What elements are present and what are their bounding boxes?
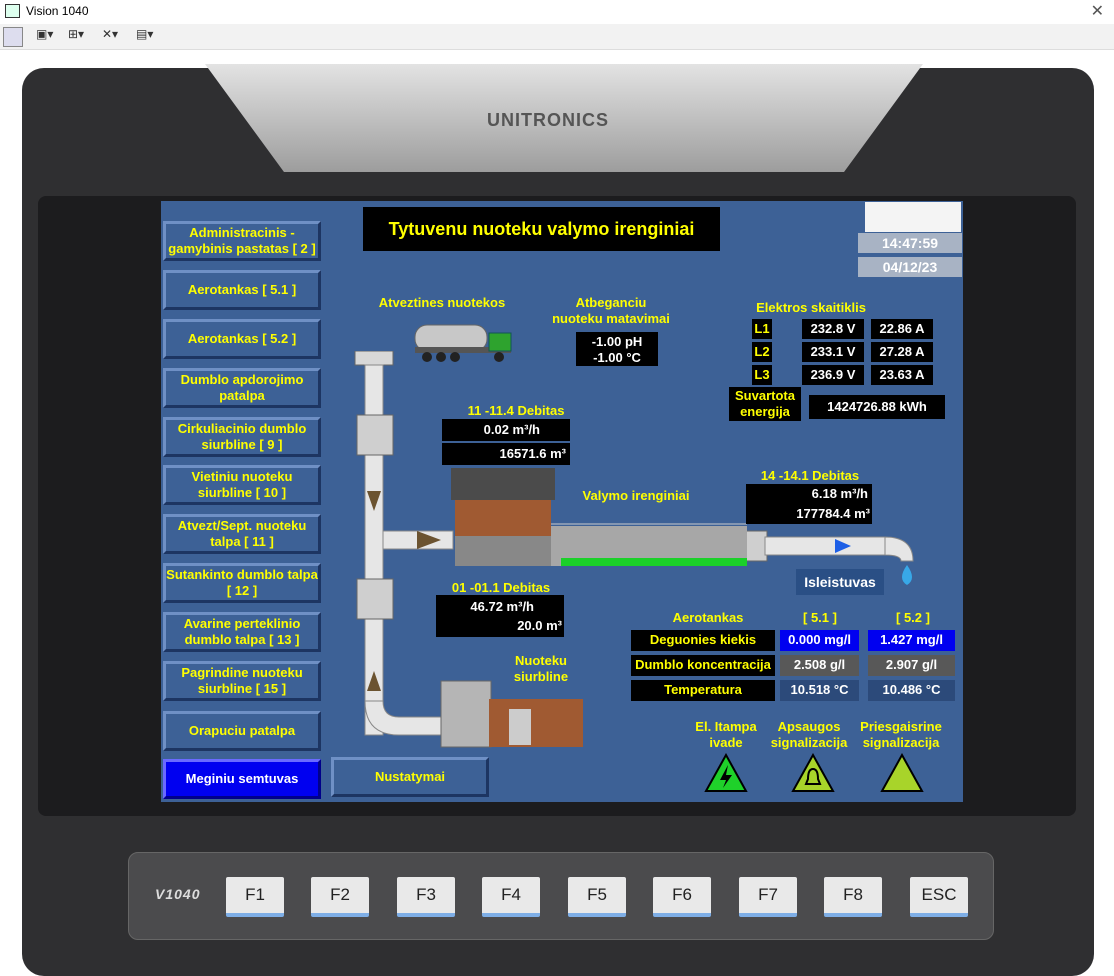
phase-voltage: 232.8 V <box>802 319 864 339</box>
key-f8-button[interactable]: F8 <box>824 877 882 917</box>
close-icon[interactable]: ✕ <box>1091 1 1104 21</box>
aero-row-v2: 10.486 °C <box>868 680 955 701</box>
nav-button[interactable]: Avarine perteklinio dumblo talpa [ 13 ] <box>163 612 321 652</box>
security-alarm-icon[interactable] <box>791 753 835 793</box>
model-label: V1040 <box>155 886 201 902</box>
key-f7-button[interactable]: F7 <box>739 877 797 917</box>
aero-label: Aerotankas <box>672 610 744 625</box>
ph-value: -1.00 pH <box>591 334 643 349</box>
aero-row-v1: 2.508 g/l <box>780 655 859 676</box>
flow2-total: 177784.4 m³ <box>746 504 872 524</box>
outlet-label: Isleistuvas <box>796 569 884 595</box>
window-title: Vision 1040 <box>26 4 89 18</box>
aero-row-v1: 0.000 mg/l <box>780 630 859 651</box>
key-f6-button[interactable]: F6 <box>653 877 711 917</box>
view-menu-icon[interactable]: ⊞▾ <box>68 27 84 47</box>
pump-label: Nuoteku siurbline <box>513 653 569 684</box>
page-title: Tytuvenu nuoteku valymo irenginiai <box>363 207 720 251</box>
aero-row-v1: 10.518 °C <box>780 680 859 701</box>
aero-col2: [ 5.2 ] <box>896 610 930 625</box>
key-f1-button[interactable]: F1 <box>226 877 284 917</box>
flow3-total: 20.0 m³ <box>436 615 564 637</box>
atvezt-label: Atveztines nuotekos <box>378 295 506 310</box>
aero-row-name: Deguonies kiekis <box>631 630 775 651</box>
key-esc-button[interactable]: ESC <box>910 877 968 917</box>
window-titlebar: Vision 1040 ✕ <box>0 0 1114 24</box>
phase-current: 22.86 A <box>871 319 933 339</box>
key-f4-button[interactable]: F4 <box>482 877 540 917</box>
voltage-warning-icon[interactable] <box>704 753 748 793</box>
nav-button[interactable]: Aerotankas [ 5.2 ] <box>163 319 321 359</box>
flow3-label: 01 -01.1 Debitas <box>451 580 551 595</box>
measure-label: Atbeganciu nuoteku matavimai <box>552 295 670 326</box>
connect-icon[interactable] <box>3 27 23 47</box>
nav-button[interactable]: Cirkuliacinio dumblo siurbline [ 9 ] <box>163 417 321 457</box>
fire-alarm-icon[interactable] <box>880 753 924 793</box>
alarm-voltage-label: El. Itampa ivade <box>695 719 757 750</box>
nav-button[interactable]: Atvezt/Sept. nuoteku talpa [ 11 ] <box>163 514 321 554</box>
nav-button[interactable]: Vietiniu nuoteku siurbline [ 10 ] <box>163 465 321 505</box>
alarm-security-label: Apsaugos signalizacija <box>770 719 848 750</box>
meter-label: Elektros skaitiklis <box>756 300 866 315</box>
key-f3-button[interactable]: F3 <box>397 877 455 917</box>
aero-col1: [ 5.1 ] <box>803 610 837 625</box>
brand-logo: UNITRONICS <box>487 110 609 130</box>
plant-label: Valymo irenginiai <box>582 488 690 503</box>
key-f5-button[interactable]: F5 <box>568 877 626 917</box>
nav-button[interactable]: Dumblo apdorojimo patalpa <box>163 368 321 408</box>
aero-row-name: Dumblo koncentracija <box>631 655 775 676</box>
aero-row-v2: 2.907 g/l <box>868 655 955 676</box>
key-f2-button[interactable]: F2 <box>311 877 369 917</box>
nav-button[interactable]: Administracinis - gamybinis pastatas [ 2… <box>163 221 321 261</box>
treatment-plant-icon <box>451 468 747 566</box>
nav-button[interactable]: Aerotankas [ 5.1 ] <box>163 270 321 310</box>
aero-row-name: Temperatura <box>631 680 775 701</box>
hmi-screen: Nustatymai Tytuvenu nuoteku valymo ireng… <box>161 201 963 802</box>
phase-label: L1 <box>752 319 772 339</box>
nav-button[interactable]: Sutankinto dumblo talpa [ 12 ] <box>163 563 321 603</box>
status-box <box>865 202 961 232</box>
app-icon <box>5 4 20 18</box>
clock-date: 04/12/23 <box>858 257 962 277</box>
options-menu-icon[interactable]: ▤▾ <box>136 27 153 47</box>
aero-row-v2: 1.427 mg/l <box>868 630 955 651</box>
nav-button[interactable]: Pagrindine nuoteku siurbline [ 15 ] <box>163 661 321 701</box>
nav-button[interactable]: Meginiu semtuvas <box>163 759 321 799</box>
alarm-fire-label: Priesgaisrine signalizacija <box>860 719 942 750</box>
nav-button[interactable]: Orapuciu patalpa <box>163 711 321 751</box>
toolbar: ▣▾ ⊞▾ ✕▾ ▤▾ <box>0 24 1114 50</box>
clock-time: 14:47:59 <box>858 233 962 253</box>
settings-button[interactable]: Nustatymai <box>331 757 489 797</box>
flow2-label: 14 -14.1 Debitas <box>760 468 860 483</box>
settings-menu-icon[interactable]: ✕▾ <box>102 27 118 47</box>
tools-menu-icon[interactable]: ▣▾ <box>36 27 53 47</box>
flow2-rate: 6.18 m³/h <box>746 484 872 504</box>
